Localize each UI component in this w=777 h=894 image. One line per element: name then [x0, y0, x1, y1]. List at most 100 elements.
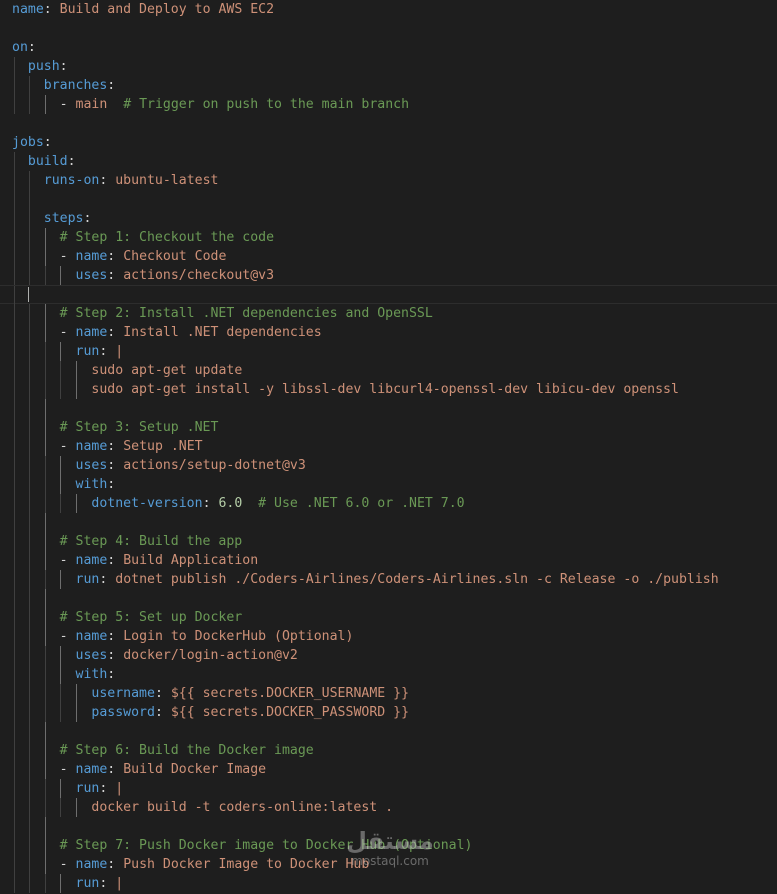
code-line[interactable]: run: |	[0, 342, 777, 361]
code-line[interactable]: docker build -t coders-online:latest .	[0, 798, 777, 817]
token-key: run	[75, 572, 100, 587]
code-line[interactable]: - name: Push Docker Image to Docker Hub	[0, 855, 777, 874]
code-line[interactable]: - name: Checkout Code	[0, 247, 777, 266]
token-plain: :	[59, 59, 68, 74]
code-line[interactable]: build:	[0, 152, 777, 171]
token-plain: :	[43, 2, 60, 17]
indent-guide	[44, 608, 46, 627]
token-plain: :	[99, 344, 116, 359]
code-line[interactable]: - name: Install .NET dependencies	[0, 323, 777, 342]
code-line[interactable]: run: |	[0, 779, 777, 798]
token-key: name	[75, 325, 108, 340]
code-line[interactable]: - name: Setup .NET	[0, 437, 777, 456]
code-line[interactable]: run: |	[0, 874, 777, 893]
code-line[interactable]: dotnet-version: 6.0 # Use .NET 6.0 or .N…	[0, 494, 777, 513]
indent-guide	[14, 399, 15, 418]
code-line[interactable]: # Step 2: Install .NET dependencies and …	[0, 304, 777, 323]
token-string: ${{ secrets.DOCKER_PASSWORD }}	[170, 705, 410, 720]
code-line[interactable]: # Step 7: Push Docker image to Docker Hu…	[0, 836, 777, 855]
code-line[interactable]: uses: actions/checkout@v3	[0, 266, 777, 285]
code-line[interactable]: name: Build and Deploy to AWS EC2	[0, 0, 777, 19]
indent-guide	[60, 342, 62, 361]
indent-guide	[14, 627, 15, 646]
code-line[interactable]: with:	[0, 475, 777, 494]
token-plain: :	[107, 249, 124, 264]
code-line[interactable]	[0, 589, 777, 608]
code-line[interactable]	[0, 285, 777, 305]
code-line[interactable]: jobs:	[0, 133, 777, 152]
text-cursor	[27, 286, 29, 302]
indent-guide	[44, 475, 46, 494]
token-string: Build and Deploy to AWS EC2	[59, 2, 275, 17]
code-line[interactable]: branches:	[0, 76, 777, 95]
token-comment: # Step 5: Set up Docker	[59, 610, 243, 625]
code-line[interactable]	[0, 399, 777, 418]
code-line[interactable]	[0, 114, 777, 133]
code-line[interactable]	[0, 190, 777, 209]
indent-guide	[14, 779, 15, 798]
code-line[interactable]: steps:	[0, 209, 777, 228]
code-line[interactable]: runs-on: ubuntu-latest	[0, 171, 777, 190]
indent-guide	[14, 684, 15, 703]
indent-guide	[29, 342, 31, 361]
token-key: name	[12, 2, 44, 17]
indent-guide	[14, 95, 15, 114]
code-line[interactable]	[0, 19, 777, 38]
indent-guide	[29, 190, 31, 209]
code-line[interactable]: password: ${{ secrets.DOCKER_PASSWORD }}	[0, 703, 777, 722]
indent-guide	[29, 722, 31, 741]
code-line[interactable]	[0, 513, 777, 532]
code-line[interactable]: # Step 4: Build the app	[0, 532, 777, 551]
indent-guide	[29, 646, 31, 665]
indent-guide	[44, 323, 46, 342]
token-string: actions/checkout@v3	[123, 268, 275, 283]
token-key: on	[12, 40, 28, 55]
indent-guide	[29, 380, 31, 399]
code-line[interactable]: on:	[0, 38, 777, 57]
code-line[interactable]: sudo apt-get update	[0, 361, 777, 380]
indent-guide	[60, 456, 62, 475]
token-string: Build Docker Image	[123, 762, 267, 777]
token-key: run	[75, 781, 100, 796]
indent-guide	[44, 342, 46, 361]
token-key: uses	[75, 648, 108, 663]
token-plain: :	[154, 705, 171, 720]
indent-guide	[29, 437, 31, 456]
indent-guide	[29, 266, 31, 285]
code-line[interactable]: run: dotnet publish ./Coders-Airlines/Co…	[0, 570, 777, 589]
indent-guide	[29, 570, 31, 589]
code-editor[interactable]: name: Build and Deploy to AWS EC2 on: pus…	[0, 0, 777, 894]
code-line[interactable]: username: ${{ secrets.DOCKER_USERNAME }}	[0, 684, 777, 703]
code-line[interactable]: - name: Login to DockerHub (Optional)	[0, 627, 777, 646]
code-line[interactable]: - name: Build Docker Image	[0, 760, 777, 779]
code-line[interactable]: push:	[0, 57, 777, 76]
token-string: Login to DockerHub (Optional)	[123, 629, 354, 644]
token-plain: :	[99, 781, 116, 796]
code-line[interactable]: - main # Trigger on push to the main bra…	[0, 95, 777, 114]
indent-guide	[29, 760, 31, 779]
code-line[interactable]	[0, 722, 777, 741]
indent-guide	[14, 551, 15, 570]
code-line[interactable]: uses: actions/setup-dotnet@v3	[0, 456, 777, 475]
indent-guide	[14, 855, 15, 874]
code-line[interactable]: # Step 1: Checkout the code	[0, 228, 777, 247]
code-line[interactable]: uses: docker/login-action@v2	[0, 646, 777, 665]
code-line[interactable]: # Step 6: Build the Docker image	[0, 741, 777, 760]
indent-guide	[14, 57, 15, 76]
code-line[interactable]: # Step 3: Setup .NET	[0, 418, 777, 437]
code-line[interactable]: - name: Build Application	[0, 551, 777, 570]
code-line[interactable]	[0, 817, 777, 836]
indent-guide	[14, 703, 15, 722]
code-line[interactable]: # Step 5: Set up Docker	[0, 608, 777, 627]
code-line[interactable]: with:	[0, 665, 777, 684]
code-line[interactable]: sudo apt-get install -y libssl-dev libcu…	[0, 380, 777, 399]
